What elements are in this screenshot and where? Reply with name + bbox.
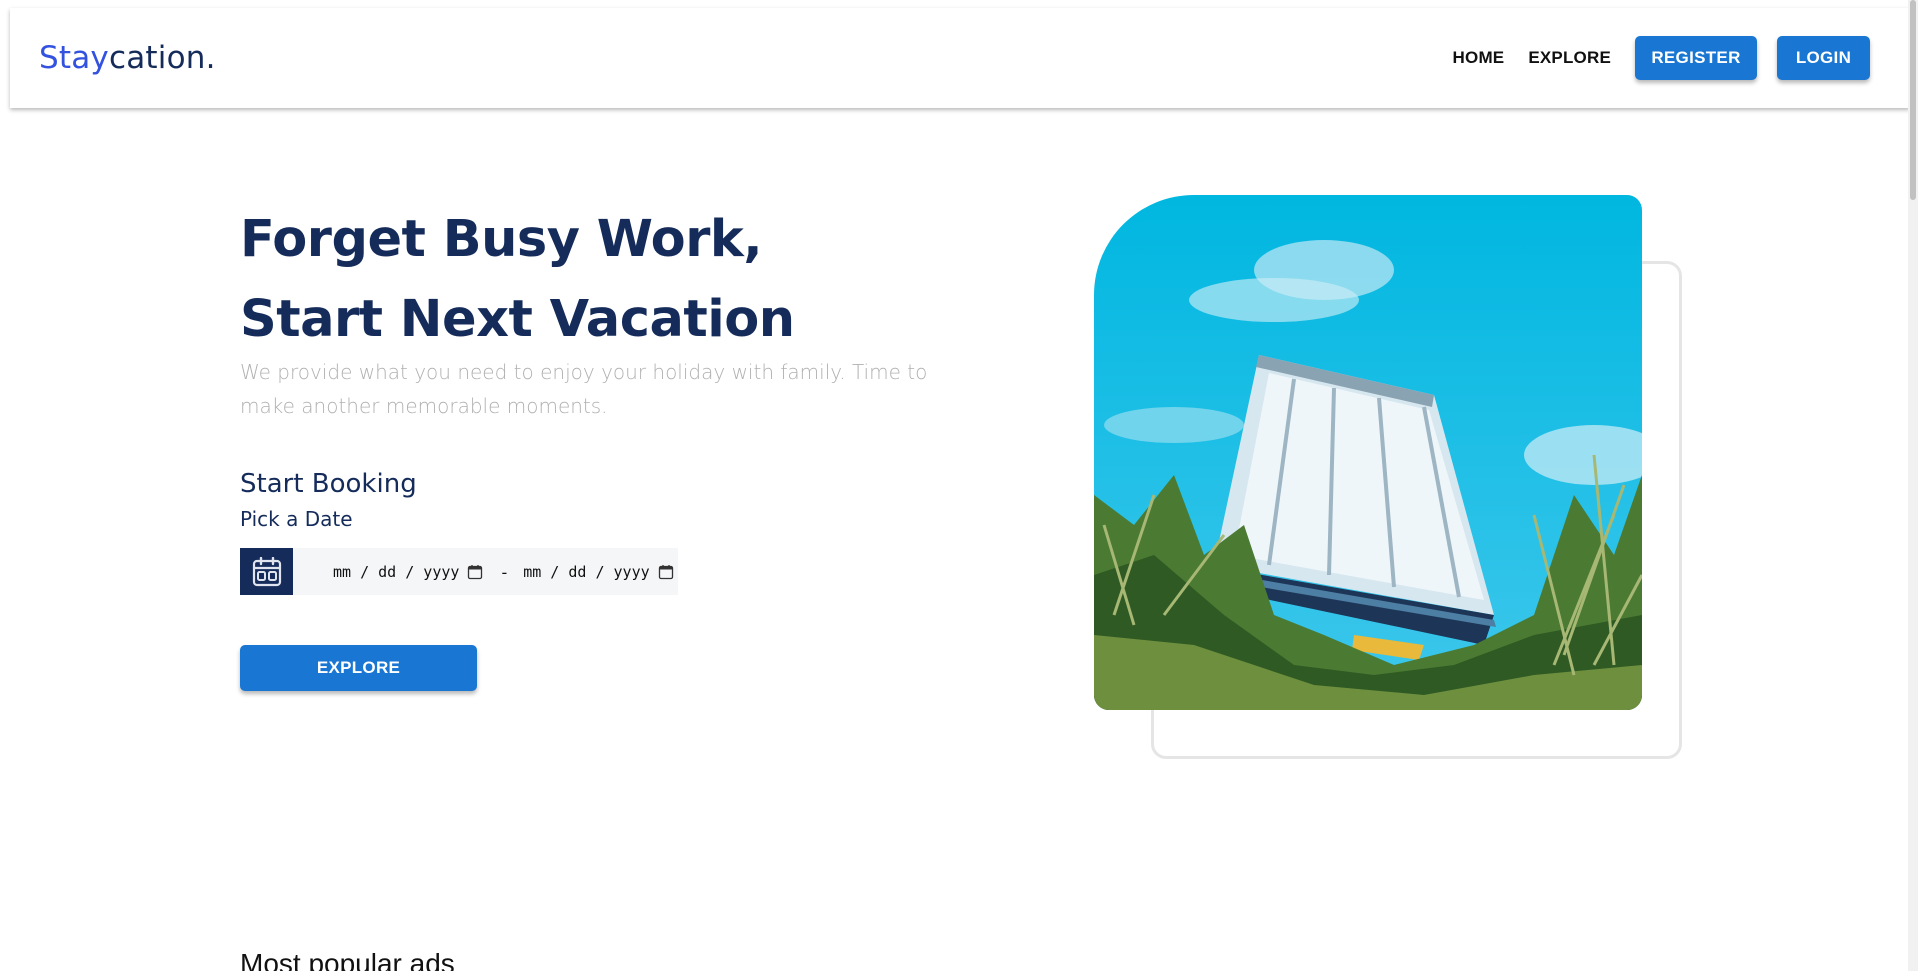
- hero-title-line1: Forget Busy Work,: [240, 210, 763, 269]
- main-nav: HOME EXPLORE REGISTER LOGIN: [1453, 36, 1870, 80]
- scrollbar-thumb[interactable]: [1910, 0, 1916, 200]
- hero-subtitle: We provide what you need to enjoy your h…: [240, 360, 928, 418]
- register-button[interactable]: REGISTER: [1635, 36, 1757, 80]
- section-title-popular: Most popular ads: [240, 948, 455, 971]
- pick-date-label: Pick a Date: [240, 507, 353, 531]
- calendar-icon[interactable]: [240, 548, 293, 595]
- top-navbar: Staycation. HOME EXPLORE REGISTER LOGIN: [10, 8, 1910, 108]
- explore-button[interactable]: EXPLORE: [240, 645, 477, 691]
- brand-logo-part2: cation.: [108, 40, 216, 76]
- end-date-placeholder: mm / dd / yyyy: [523, 562, 650, 581]
- date-picker-icon[interactable]: [467, 564, 483, 580]
- hero-title: Forget Busy Work, Start Next Vacation: [240, 200, 795, 360]
- start-date-input[interactable]: mm / dd / yyyy: [333, 563, 483, 581]
- page-scrollbar[interactable]: [1908, 0, 1918, 971]
- date-range-picker: mm / dd / yyyy - mm / dd / yyyy: [240, 548, 678, 595]
- date-range-separator: -: [501, 563, 508, 582]
- brand-logo[interactable]: Staycation.: [39, 40, 216, 76]
- hero-title-line2: Start Next Vacation: [240, 290, 795, 349]
- date-picker-icon[interactable]: [658, 564, 674, 580]
- end-date-input[interactable]: mm / dd / yyyy: [523, 563, 673, 581]
- login-button[interactable]: LOGIN: [1777, 36, 1870, 80]
- brand-logo-part1: Stay: [39, 40, 109, 76]
- hero-image: [1094, 195, 1642, 710]
- nav-link-explore[interactable]: EXPLORE: [1528, 48, 1611, 68]
- start-date-placeholder: mm / dd / yyyy: [333, 562, 460, 581]
- nav-link-home[interactable]: HOME: [1453, 48, 1505, 68]
- booking-title: Start Booking: [240, 469, 417, 499]
